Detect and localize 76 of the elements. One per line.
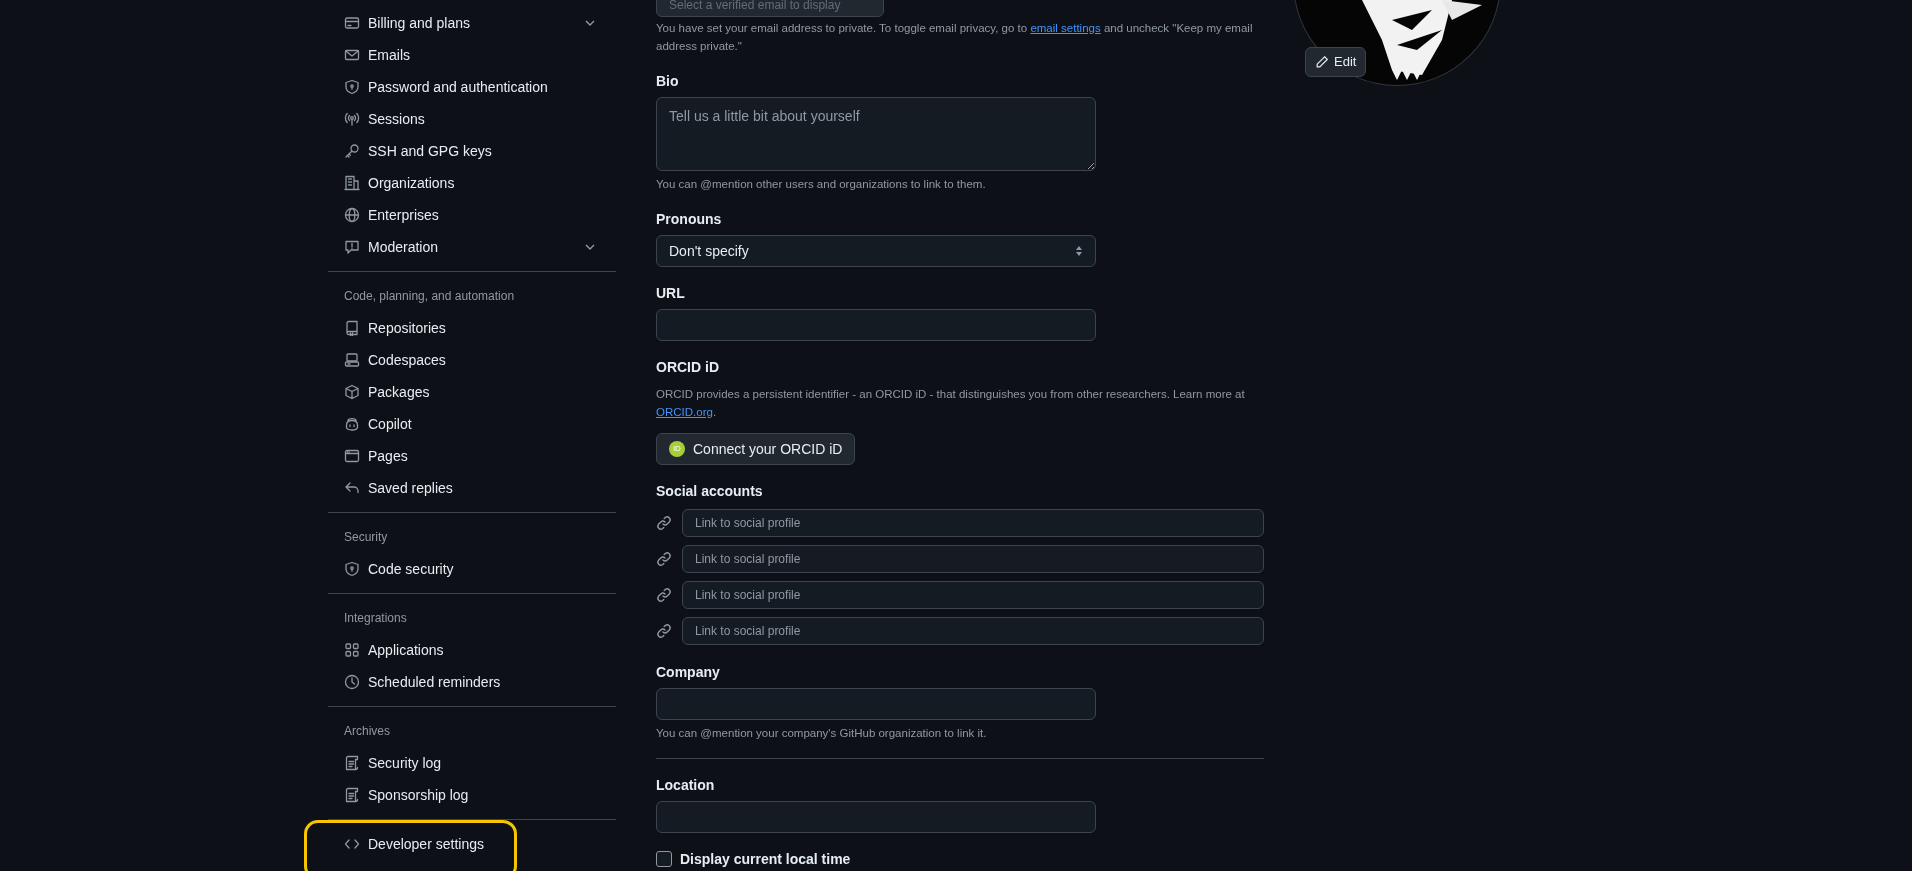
checkbox[interactable] — [656, 851, 672, 867]
field-label: Social accounts — [656, 482, 764, 501]
key-icon — [344, 143, 360, 159]
sidebar-item[interactable]: Applications — [328, 634, 616, 666]
sidebar-item[interactable]: Codespaces — [328, 344, 616, 376]
laptop-icon — [344, 352, 360, 368]
field-label: ORCID iD — [656, 358, 720, 377]
envelope-icon — [344, 47, 360, 63]
section-heading: Security — [343, 529, 389, 546]
orcid-link[interactable]: ORCID.org — [656, 406, 713, 418]
sidebar-item[interactable]: Code security — [328, 553, 616, 585]
help-text: You can @mention your company's GitHub organization to link it. — [656, 726, 988, 741]
connect-orcid-button[interactable]: iD Connect your ORCID iD — [656, 433, 856, 465]
link-icon — [656, 551, 672, 567]
social-link-field[interactable]: Link to social profile — [682, 581, 1264, 609]
section-heading: Integrations — [343, 610, 408, 627]
url-field[interactable] — [656, 309, 1096, 341]
card-icon — [344, 15, 360, 31]
sidebar-item[interactable]: Pages — [328, 440, 616, 472]
bio-field[interactable]: Tell us a little bit about yourself — [656, 97, 1096, 171]
link-icon — [656, 623, 672, 639]
social-link-field[interactable]: Link to social profile — [682, 509, 1264, 537]
field-label: Pronouns — [656, 210, 723, 229]
globe-icon — [344, 207, 360, 223]
shield-icon — [344, 561, 360, 577]
shield-icon — [344, 79, 360, 95]
scroll-icon — [344, 787, 360, 803]
link-icon — [656, 515, 672, 531]
comment-alert-icon — [344, 239, 360, 255]
checkbox-label: Display current local time — [680, 850, 851, 869]
email-select: Select a verified email to display — [656, 0, 884, 17]
section-heading: Code, planning, and automation — [343, 288, 516, 305]
sidebar-item[interactable]: Scheduled reminders — [328, 666, 616, 698]
clock-icon — [344, 674, 360, 690]
social-link-field[interactable]: Link to social profile — [682, 617, 1264, 645]
company-field[interactable] — [656, 688, 1096, 720]
pronouns-select[interactable]: Don't specify — [656, 235, 1096, 267]
field-label: Bio — [656, 72, 680, 91]
help-text: ORCID provides a persistent identifier - an ORCID iD - that distinguishes you from other researchers. Learn more at ORCID.org. — [656, 387, 1246, 420]
sidebar-item[interactable]: Password and authentication — [328, 71, 616, 103]
section-heading: Archives — [343, 723, 391, 740]
help-text: You have set your email address to private. To toggle email privacy, go to email settings and uncheck "Keep my email address private." — [656, 21, 1254, 54]
sidebar-item[interactable]: Moderation — [328, 231, 616, 263]
sidebar-item[interactable]: Packages — [328, 376, 616, 408]
scroll-icon — [344, 755, 360, 771]
broadcast-icon — [344, 111, 360, 127]
location-field[interactable] — [656, 801, 1096, 833]
updown-icon — [1075, 245, 1083, 257]
book-icon — [344, 320, 360, 336]
field-label: Location — [656, 776, 716, 795]
sidebar-item[interactable]: Sponsorship log — [328, 779, 616, 811]
browser-icon — [344, 448, 360, 464]
link-icon — [656, 587, 672, 603]
field-label: URL — [656, 284, 686, 303]
sidebar-item[interactable]: Security log — [328, 747, 616, 779]
sidebar-item[interactable]: Copilot — [328, 408, 616, 440]
sidebar-item[interactable]: Emails — [328, 39, 616, 71]
field-label: Company — [656, 663, 721, 682]
reply-arrow-icon — [344, 480, 360, 496]
sidebar-item[interactable]: SSH and GPG keys — [328, 135, 616, 167]
sidebar-item[interactable]: Sessions — [328, 103, 616, 135]
sidebar-item[interactable]: Billing and plans — [328, 7, 616, 39]
help-text: You can @mention other users and organizations to link to them. — [656, 177, 987, 192]
edit-button[interactable]: Edit — [1305, 47, 1367, 77]
sidebar-item[interactable]: Repositories — [328, 312, 616, 344]
grid-icon — [344, 642, 360, 658]
robot-icon — [344, 416, 360, 432]
building-icon — [344, 175, 360, 191]
orcid-badge-icon: iD — [669, 441, 685, 457]
social-link-field[interactable]: Link to social profile — [682, 545, 1264, 573]
sidebar-item[interactable]: Developer settings — [328, 828, 616, 860]
sidebar-item[interactable]: Enterprises — [328, 199, 616, 231]
cube-icon — [344, 384, 360, 400]
sidebar-item[interactable]: Saved replies — [328, 472, 616, 504]
sidebar-item[interactable]: Organizations — [328, 167, 616, 199]
pencil-icon — [1315, 55, 1329, 69]
